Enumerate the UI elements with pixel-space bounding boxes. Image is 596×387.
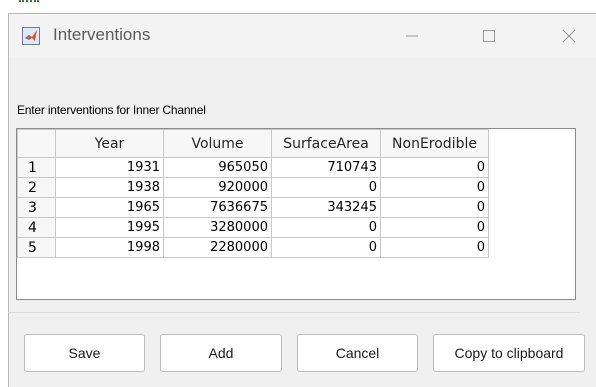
- cell-year[interactable]: 1931: [55, 157, 164, 178]
- cell-nonerodible[interactable]: 0: [380, 197, 489, 218]
- column-header-surfacearea[interactable]: SurfaceArea: [271, 129, 381, 158]
- table-corner: [17, 129, 56, 158]
- window-title: Interventions: [53, 25, 151, 44]
- maximize-button[interactable]: [469, 22, 509, 50]
- save-button[interactable]: Save: [24, 334, 145, 372]
- cell-volume[interactable]: 7636675: [163, 197, 272, 218]
- column-header-year[interactable]: Year: [55, 129, 164, 158]
- cell-volume[interactable]: 3280000: [163, 217, 272, 238]
- table-row: 5 1998 2280000 0 0: [17, 237, 489, 258]
- row-header: 5: [17, 237, 56, 258]
- cell-surfacearea[interactable]: 343245: [271, 197, 381, 218]
- minimize-icon: [406, 35, 418, 37]
- cell-year[interactable]: 1938: [55, 177, 164, 198]
- close-button[interactable]: [549, 22, 589, 50]
- cell-year[interactable]: 1995: [55, 217, 164, 238]
- cell-surfacearea[interactable]: 710743: [271, 157, 381, 178]
- row-header: 3: [17, 197, 56, 218]
- cell-nonerodible[interactable]: 0: [380, 157, 489, 178]
- instruction-label: Enter interventions for Inner Channel: [17, 103, 206, 117]
- matlab-logo-icon: [22, 27, 40, 45]
- table-header-row: Year Volume SurfaceArea NonErodible: [17, 129, 489, 158]
- column-header-nonerodible[interactable]: NonErodible: [380, 129, 489, 158]
- add-button[interactable]: Add: [160, 334, 282, 372]
- row-header: 1: [17, 157, 56, 178]
- background-mark: [19, 0, 39, 5]
- cell-year[interactable]: 1965: [55, 197, 164, 218]
- cell-surfacearea[interactable]: 0: [271, 237, 381, 258]
- cell-surfacearea[interactable]: 0: [271, 177, 381, 198]
- cell-year[interactable]: 1998: [55, 237, 164, 258]
- cell-nonerodible[interactable]: 0: [380, 217, 489, 238]
- cell-nonerodible[interactable]: 0: [380, 177, 489, 198]
- cell-nonerodible[interactable]: 0: [380, 237, 489, 258]
- minimize-button[interactable]: [392, 22, 432, 50]
- cell-volume[interactable]: 920000: [163, 177, 272, 198]
- divider: [8, 312, 580, 313]
- cancel-button[interactable]: Cancel: [297, 334, 418, 372]
- title-bar[interactable]: Interventions: [9, 14, 596, 58]
- table-row: 3 1965 7636675 343245 0: [17, 197, 489, 218]
- column-header-volume[interactable]: Volume: [163, 129, 272, 158]
- table-row: 2 1938 920000 0 0: [17, 177, 489, 198]
- maximize-icon: [483, 30, 495, 42]
- interventions-table[interactable]: Year Volume SurfaceArea NonErodible 1 19…: [16, 128, 576, 300]
- cell-surfacearea[interactable]: 0: [271, 217, 381, 238]
- table-row: 4 1995 3280000 0 0: [17, 217, 489, 238]
- row-header: 2: [17, 177, 56, 198]
- close-icon: [562, 29, 576, 43]
- cell-volume[interactable]: 2280000: [163, 237, 272, 258]
- table-row: 1 1931 965050 710743 0: [17, 157, 489, 178]
- row-header: 4: [17, 217, 56, 238]
- copy-to-clipboard-button[interactable]: Copy to clipboard: [433, 334, 585, 372]
- cell-volume[interactable]: 965050: [163, 157, 272, 178]
